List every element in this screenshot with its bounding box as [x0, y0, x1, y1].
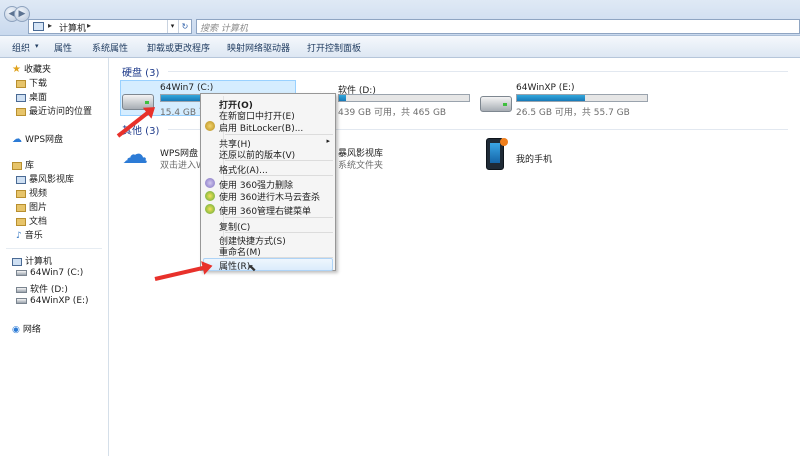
command-toolbar: 组织 ▾ 属性 系统属性 卸载或更改程序 映射网络驱动器 打开控制面板 [0, 36, 800, 58]
map-network-drive-button[interactable]: 映射网络驱动器 [227, 41, 290, 54]
sidebar-item-recent[interactable]: 最近访问的位置 [16, 104, 92, 117]
menu-item-360-context-manager[interactable]: 使用 360管理右键菜单 [219, 204, 311, 217]
video-folder-icon [16, 189, 26, 198]
sidebar-item-drive-c[interactable]: 64Win7 (C:) [16, 268, 83, 278]
menu-item-properties[interactable]: 属性(R) [219, 259, 250, 272]
menu-separator [225, 175, 333, 176]
menu-separator [225, 232, 333, 233]
submenu-arrow-icon: ▸ [326, 137, 330, 145]
desktop-icon [16, 93, 26, 102]
wps-cloud-icon: ☁ [122, 140, 148, 170]
system-properties-button[interactable]: 系统属性 [92, 41, 128, 54]
computer-icon [33, 22, 44, 31]
video-library-icon [16, 175, 26, 184]
address-box[interactable]: ▸ 计算机 ▸ ▾ ↻ [28, 19, 192, 34]
menu-item-360-trojan-scan[interactable]: 使用 360进行木马云查杀 [219, 190, 320, 203]
mouse-cursor-icon: ⬉ [248, 263, 257, 274]
navigation-pane: ★ 收藏夹 下载 桌面 最近访问的位置 ☁ WPS网盘 库 暴风影视库 视频 图片 … [0, 58, 109, 456]
organize-button[interactable]: 组织 [12, 41, 30, 54]
menu-separator [225, 134, 333, 135]
360-shield-icon [205, 204, 215, 214]
drive-icon [16, 297, 27, 304]
network-icon: ◉ [12, 325, 20, 335]
drive-usage-bar [338, 94, 470, 102]
computer-header[interactable]: 计算机 [12, 254, 52, 267]
music-icon: ♪ [16, 231, 22, 241]
sidebar-divider [6, 248, 102, 249]
drive-usage-bar [516, 94, 648, 102]
picture-folder-icon [16, 203, 26, 212]
context-menu: 打开(O) 在新窗口中打开(E) 启用 BitLocker(B)... 共享(H… [200, 93, 336, 274]
sidebar-item-drive-e[interactable]: 64WinXP (E:) [16, 296, 89, 306]
menu-item-bitlocker[interactable]: 启用 BitLocker(B)... [219, 121, 303, 134]
star-icon: ★ [12, 64, 21, 75]
menu-separator [225, 160, 333, 161]
drive-free-space: 439 GB 可用，共 465 GB [338, 108, 447, 118]
sidebar-item-desktop[interactable]: 桌面 [16, 90, 47, 103]
notification-badge [500, 138, 508, 146]
computer-icon [12, 257, 22, 266]
search-placeholder: 搜索 计算机 [200, 24, 248, 34]
breadcrumb-path: 计算机 [59, 24, 87, 34]
address-bar: ◀ ▶ ▸ 计算机 ▸ ▾ ↻ 搜索 计算机 [0, 0, 800, 36]
sidebar-item-pictures[interactable]: 图片 [16, 200, 47, 213]
drive-usage-fill [517, 95, 585, 101]
sidebar-item-music[interactable]: ♪ 音乐 [16, 228, 43, 241]
sidebar-item-network[interactable]: ◉ 网络 [12, 322, 41, 335]
menu-separator [225, 217, 333, 218]
drive-icon [16, 269, 27, 276]
drive-usage-fill [339, 95, 346, 101]
favorites-header[interactable]: ★ 收藏夹 [12, 62, 51, 75]
sidebar-item-videos[interactable]: 视频 [16, 186, 47, 199]
sidebar-item-drive-d[interactable]: 软件 (D:) [16, 282, 68, 295]
wps-cloud-icon: ☁ [12, 134, 22, 145]
breadcrumb-chevron-icon[interactable]: ▸ [87, 21, 91, 30]
organize-dropdown-icon[interactable]: ▾ [35, 42, 39, 50]
drive-name: 64WinXP (E:) [516, 83, 575, 93]
properties-button[interactable]: 属性 [54, 41, 72, 54]
drive-free-space: 26.5 GB 可用，共 55.7 GB [516, 108, 630, 118]
search-box[interactable]: 搜索 计算机 [196, 19, 800, 34]
drive-name: 64Win7 (C:) [160, 83, 214, 93]
hdd-group-title[interactable]: 硬盘 (3) [122, 64, 159, 79]
sidebar-item-baofeng[interactable]: 暴风影视库 [16, 172, 74, 185]
drive-icon [16, 286, 27, 293]
360-shield-icon [205, 191, 215, 201]
download-folder-icon [16, 79, 26, 88]
group-divider [168, 71, 788, 72]
refresh-icon[interactable]: ↻ [178, 20, 191, 33]
document-folder-icon [16, 217, 26, 226]
hard-drive-icon [480, 96, 512, 112]
sidebar-item-wps[interactable]: ☁ WPS网盘 [12, 132, 63, 145]
eraser-icon [205, 178, 215, 188]
address-dropdown-icon[interactable]: ▾ [167, 20, 177, 33]
recent-places-icon [16, 107, 26, 116]
item-description: 系统文件夹 [338, 161, 384, 171]
sidebar-item-downloads[interactable]: 下载 [16, 76, 47, 89]
bitlocker-shield-icon [205, 121, 215, 131]
breadcrumb-separator: ▸ [48, 21, 53, 30]
library-header[interactable]: 库 [12, 158, 34, 171]
open-control-panel-button[interactable]: 打开控制面板 [307, 41, 361, 54]
item-name: 我的手机 [516, 155, 553, 165]
uninstall-program-button[interactable]: 卸载或更改程序 [147, 41, 210, 54]
library-icon [12, 161, 22, 170]
sidebar-item-documents[interactable]: 文档 [16, 214, 47, 227]
